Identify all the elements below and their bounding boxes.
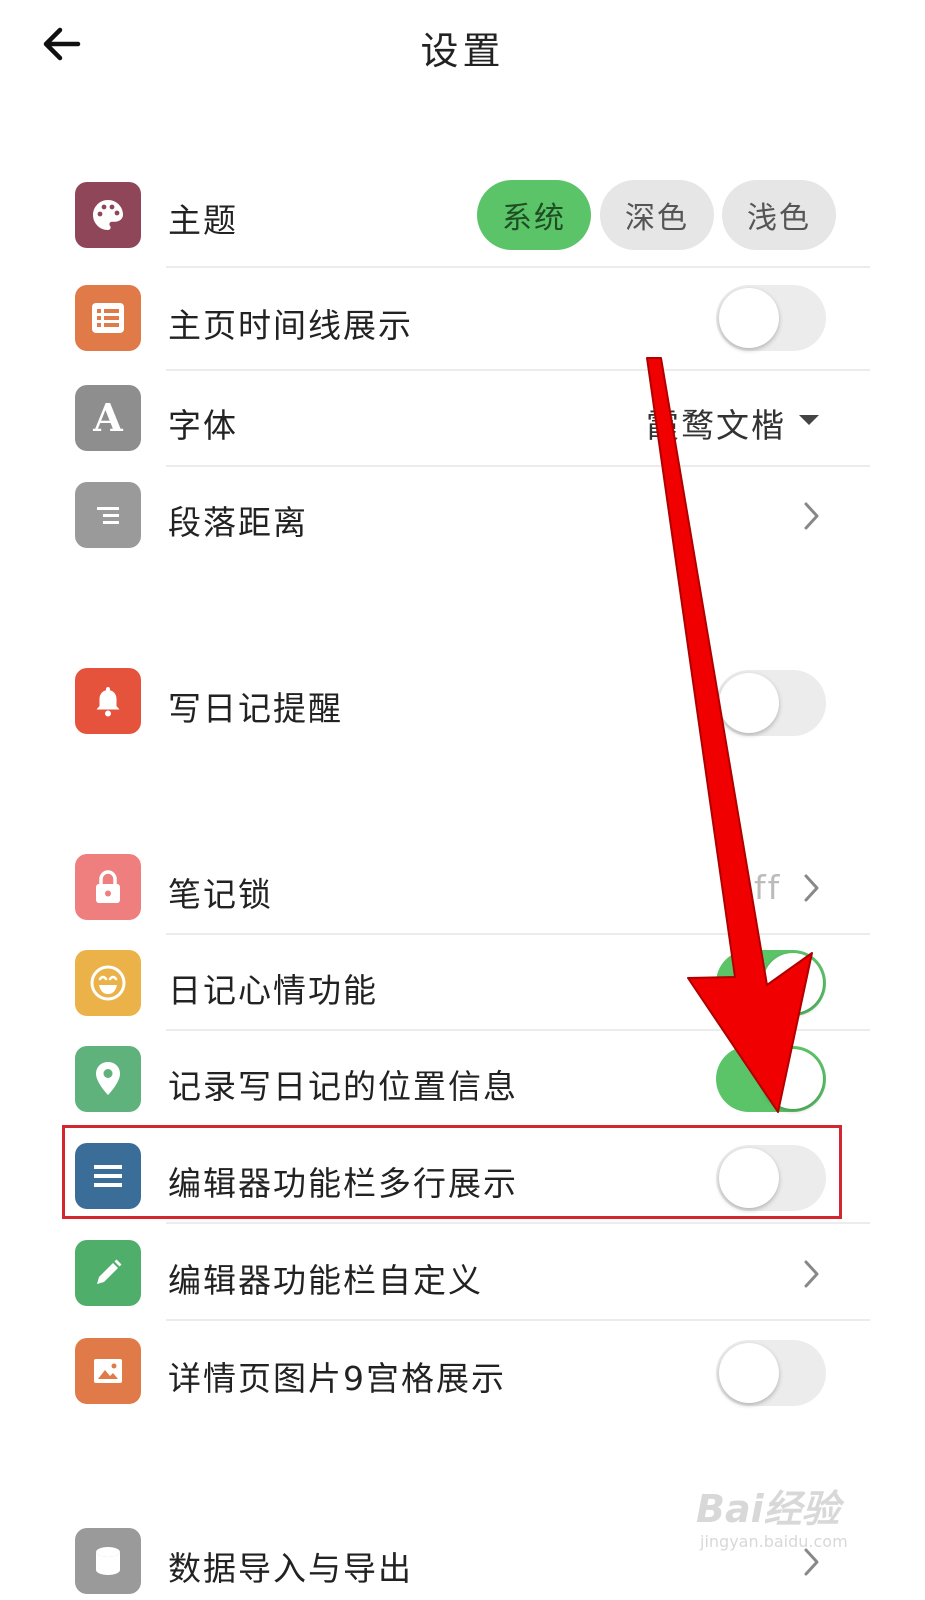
settings-row-mood[interactable]: 日记心情功能 [0,950,925,1020]
chevron-right-icon[interactable] [798,871,824,905]
divider [166,1222,870,1224]
settings-row-toolbar-custom[interactable]: 编辑器功能栏自定义 [0,1240,925,1310]
toolbar-custom-label: 编辑器功能栏自定义 [168,1261,483,1300]
location-pin-icon [75,1046,141,1112]
divider [166,266,870,268]
paragraph-label: 段落距离 [168,503,308,542]
toggle-knob [763,1049,823,1109]
divider [166,1029,870,1031]
settings-row-lock[interactable]: 笔记锁 ff [0,854,925,924]
reminder-toggle[interactable] [716,670,826,736]
timeline-toggle[interactable] [716,285,826,351]
mood-label: 日记心情功能 [168,971,378,1010]
lock-status: ff [754,868,782,907]
text-align-icon [75,482,141,548]
settings-row-font[interactable]: A 字体 霞鹜文楷 [0,385,925,455]
database-icon [75,1528,141,1594]
divider [166,1319,870,1321]
font-letter-icon: A [75,385,141,451]
lock-label: 笔记锁 [168,875,273,914]
toggle-knob [719,288,779,348]
lock-icon [75,854,141,920]
settings-row-paragraph[interactable]: 段落距离 [0,482,925,552]
font-value[interactable]: 霞鹜文楷 [646,399,786,447]
smiley-icon [75,950,141,1016]
chevron-right-icon[interactable] [798,499,824,533]
toggle-knob [719,673,779,733]
divider [166,933,870,935]
watermark-url: jingyan.baidu.com [700,1532,848,1551]
toggle-knob [719,1343,779,1403]
image-grid-toggle[interactable] [716,1340,826,1406]
timeline-label: 主页时间线展示 [168,306,413,345]
palette-icon [75,182,141,248]
bell-icon [75,668,141,734]
chevron-right-icon[interactable] [798,1257,824,1291]
list-icon [75,285,141,351]
image-icon [75,1338,141,1404]
settings-row-timeline[interactable]: 主页时间线展示 [0,285,925,355]
theme-label: 主题 [168,201,238,240]
mood-toggle[interactable] [716,950,826,1016]
pencil-icon [75,1240,141,1306]
location-label: 记录写日记的位置信息 [168,1067,518,1106]
svg-text:A: A [92,398,123,438]
highlight-box [62,1125,842,1219]
settings-row-theme: 主题 系统 深色 浅色 [0,180,925,266]
settings-row-reminder[interactable]: 写日记提醒 [0,668,925,738]
data-io-label: 数据导入与导出 [168,1549,413,1588]
watermark-brand: Bai经验 [696,1487,840,1531]
font-label: 字体 [168,406,238,445]
baidu-watermark: Bai经验 jingyan.baidu.com [696,1470,866,1560]
theme-option-system[interactable]: 系统 [477,180,591,250]
settings-row-location[interactable]: 记录写日记的位置信息 [0,1046,925,1116]
settings-row-image-grid[interactable]: 详情页图片9宫格展示 [0,1338,925,1408]
page-title: 设置 [420,29,505,73]
toggle-knob [763,953,823,1013]
top-bar: 设置 [0,0,925,90]
divider [166,369,870,371]
dropdown-triangle-icon[interactable] [797,413,821,427]
image-grid-label: 详情页图片9宫格展示 [168,1359,506,1398]
location-toggle[interactable] [716,1046,826,1112]
theme-option-dark[interactable]: 深色 [600,180,714,250]
reminder-label: 写日记提醒 [168,689,343,728]
divider [166,465,870,467]
theme-option-light[interactable]: 浅色 [722,180,836,250]
